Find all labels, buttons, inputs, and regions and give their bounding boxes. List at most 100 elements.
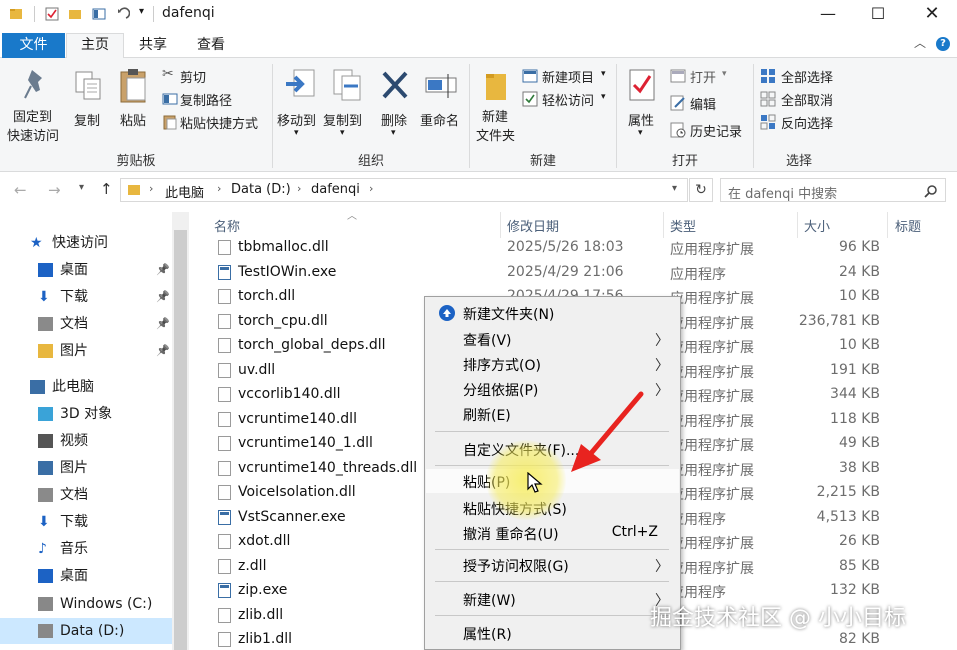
menu-item-grant-access[interactable]: 授予访问权限(G) 〉 xyxy=(426,553,679,577)
dropdown-arrow-icon: ▾ xyxy=(340,128,345,138)
pin-icon[interactable]: 📌 xyxy=(156,338,170,364)
new-folder-button[interactable]: 新建 文件夹 xyxy=(472,64,518,146)
sidebar-item[interactable]: 此电脑 xyxy=(0,374,172,400)
tab-file[interactable]: 文件 xyxy=(2,33,65,58)
pin-icon[interactable]: 📌 xyxy=(156,257,170,283)
close-button[interactable]: ✕ xyxy=(909,0,955,30)
recent-locations-icon[interactable]: ▾ xyxy=(79,182,84,193)
copy-button[interactable]: 复制 xyxy=(70,64,110,146)
sidebar-item[interactable]: Data (D:) xyxy=(0,618,172,644)
delete-icon xyxy=(382,71,408,99)
sidebar-item[interactable]: 桌面 📌 xyxy=(0,257,172,283)
column-divider[interactable] xyxy=(887,212,888,238)
column-header-name[interactable]: 名称 xyxy=(214,216,240,235)
paste-shortcut-button[interactable]: 粘贴快捷方式 xyxy=(160,112,270,132)
sidebar-item[interactable]: 图片 xyxy=(0,455,172,481)
back-icon[interactable]: ← xyxy=(14,181,27,199)
forward-icon[interactable]: → xyxy=(48,181,61,199)
undo-icon[interactable] xyxy=(116,7,130,21)
cut-button[interactable]: ✂ 剪切 xyxy=(160,66,260,86)
sidebar-scrollbar-thumb[interactable] xyxy=(174,230,187,650)
column-header-date[interactable]: 修改日期 xyxy=(507,216,559,235)
column-header-type[interactable]: 类型 xyxy=(670,216,696,235)
desktop-icon xyxy=(38,263,53,277)
column-header-size[interactable]: 大小 xyxy=(804,216,830,235)
pin-quick-access-button[interactable]: 固定到 快速访问 xyxy=(4,64,66,146)
sidebar-item[interactable]: Windows (C:) xyxy=(0,591,172,617)
sidebar-item[interactable]: ♪ 音乐 xyxy=(0,536,172,562)
properties-button[interactable]: 属性 ▾ xyxy=(620,64,664,146)
download-icon: ⬇ xyxy=(38,514,50,530)
open-button[interactable]: 打开 ▾ xyxy=(670,66,740,86)
paste-button[interactable]: 粘贴 xyxy=(114,64,154,146)
file-row[interactable]: tbbmalloc.dll 2025/5/26 18:03 应用程序扩展 96 KB xyxy=(205,236,957,261)
history-button[interactable]: 历史记录 xyxy=(670,120,750,140)
dropdown-arrow-icon: ▾ xyxy=(638,128,643,138)
sidebar-item[interactable]: ⬇ 下载 xyxy=(0,509,172,535)
column-divider[interactable] xyxy=(797,212,798,238)
column-header-tags[interactable]: 标题 xyxy=(895,216,921,235)
file-name: zip.exe xyxy=(238,582,288,598)
tab-home[interactable]: 主页 xyxy=(66,33,124,59)
delete-button[interactable]: 删除 ▾ xyxy=(375,64,415,146)
menu-item-undo-rename[interactable]: 撤消 重命名(U) Ctrl+Z xyxy=(426,521,679,545)
pin-icon[interactable]: 📌 xyxy=(156,284,170,310)
file-size: 24 KB xyxy=(838,263,880,280)
breadcrumb-dafenqi[interactable]: dafenqi xyxy=(311,182,360,197)
minimize-button[interactable]: — xyxy=(805,0,851,30)
dropdown-arrow-icon: ▾ xyxy=(722,69,727,79)
sidebar-item[interactable]: ★ 快速访问 xyxy=(0,230,172,256)
open-label: 打开 xyxy=(690,71,717,86)
breadcrumb-this-pc[interactable]: 此电脑 xyxy=(165,182,204,201)
copy-to-button[interactable]: 复制到 ▾ xyxy=(322,64,368,146)
move-to-button[interactable]: 移动到 ▾ xyxy=(276,64,322,146)
sidebar-item[interactable]: 文档 📌 xyxy=(0,311,172,337)
help-icon[interactable]: ? xyxy=(936,37,950,51)
sidebar-item[interactable]: 文档 xyxy=(0,482,172,508)
column-divider[interactable] xyxy=(663,212,664,238)
customize-quick-access-icon[interactable]: ▾ xyxy=(139,6,144,17)
sidebar-item[interactable]: 视频 xyxy=(0,428,172,454)
sidebar-item[interactable]: 桌面 xyxy=(0,563,172,589)
menu-item-new[interactable]: 新建(W) 〉 xyxy=(426,587,679,611)
copy-path-button[interactable]: 复制路径 xyxy=(160,89,260,109)
rename-icon[interactable] xyxy=(92,7,106,21)
sidebar-item[interactable]: ⬇ 下载 📌 xyxy=(0,284,172,310)
sidebar-item[interactable]: 3D 对象 xyxy=(0,401,172,427)
new-item-button[interactable]: 新建项目 ▾ xyxy=(522,66,612,86)
sidebar-item-label: 桌面 xyxy=(60,262,88,278)
tab-view[interactable]: 查看 xyxy=(183,34,239,58)
tab-share[interactable]: 共享 xyxy=(125,34,181,58)
invert-selection-button[interactable]: 反向选择 xyxy=(760,112,844,132)
menu-item-sort[interactable]: 排序方式(O) 〉 xyxy=(426,352,679,376)
edit-button[interactable]: 编辑 xyxy=(670,93,740,113)
search-input[interactable]: 在 dafenqi 中搜索 xyxy=(720,178,946,202)
file-type: 应用程序 xyxy=(670,266,726,283)
rename-button[interactable]: 重命名 xyxy=(418,64,466,146)
collapse-ribbon-icon[interactable]: ︿ xyxy=(914,34,926,51)
properties-icon[interactable] xyxy=(45,7,59,21)
file-size: 82 KB xyxy=(838,631,880,647)
column-divider[interactable] xyxy=(500,212,501,238)
select-none-button[interactable]: 全部取消 xyxy=(760,89,844,109)
file-type: 应用程序扩展 xyxy=(670,340,754,356)
menu-item-properties[interactable]: 属性(R) xyxy=(426,621,679,645)
maximize-button[interactable]: ☐ xyxy=(855,0,901,30)
menu-item-new-folder[interactable]: 新建文件夹(N) xyxy=(426,301,679,325)
refresh-icon[interactable]: ↻ xyxy=(689,178,713,202)
pin-icon[interactable]: 📌 xyxy=(156,311,170,337)
select-all-button[interactable]: 全部选择 xyxy=(760,66,844,86)
address-dropdown-icon[interactable]: ▾ xyxy=(672,183,677,194)
copy-to-label: 复制到 xyxy=(323,114,363,129)
breadcrumb-data-drive[interactable]: Data (D:) xyxy=(231,182,291,197)
search-placeholder: 在 dafenqi 中搜索 xyxy=(728,187,838,202)
up-icon[interactable]: ↑ xyxy=(100,180,113,198)
easy-access-button[interactable]: 轻松访问 ▾ xyxy=(522,89,612,109)
file-row[interactable]: TestIOWin.exe 2025/4/29 21:06 应用程序 24 KB xyxy=(205,261,957,286)
address-bar[interactable]: › 此电脑 › Data (D:) › dafenqi › ▾ xyxy=(120,178,688,202)
sidebar-item[interactable]: 图片 📌 xyxy=(0,338,172,364)
sidebar-item-label: 图片 xyxy=(60,460,88,476)
new-folder-icon xyxy=(439,305,455,321)
menu-item-view[interactable]: 查看(V) 〉 xyxy=(426,327,679,351)
new-folder-icon[interactable] xyxy=(68,7,82,21)
